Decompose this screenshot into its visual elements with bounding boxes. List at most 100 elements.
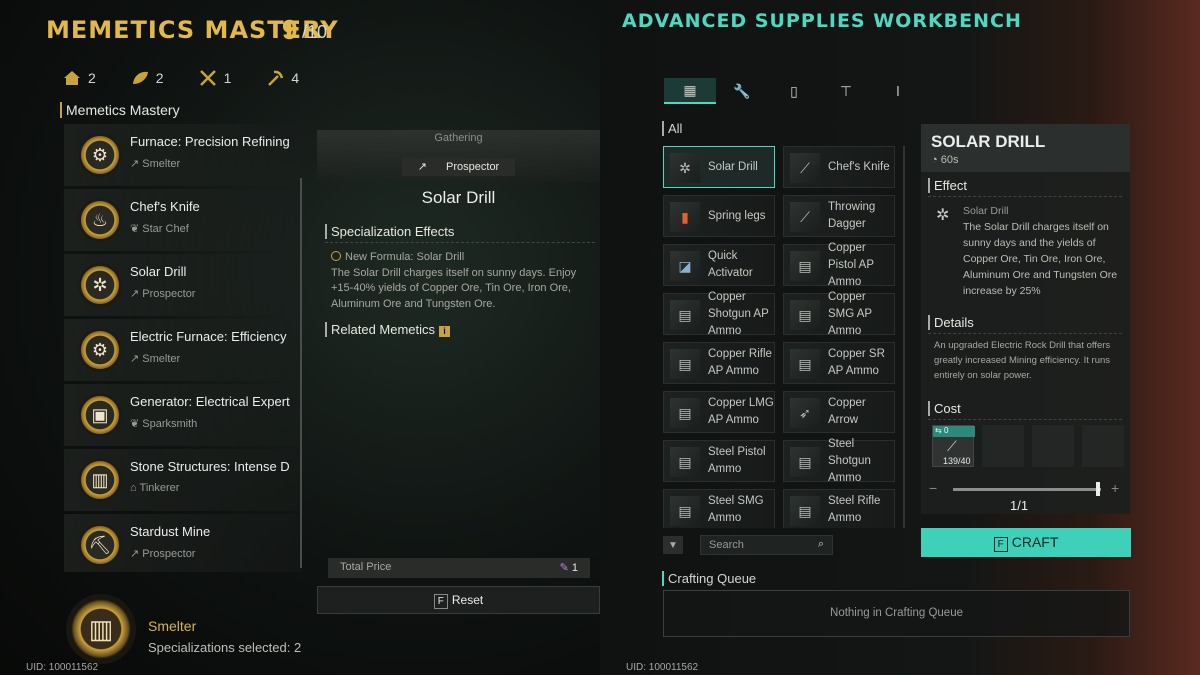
- chef-hat-icon: ♨: [78, 198, 122, 242]
- leaf-icon: ❦: [130, 223, 143, 235]
- memetic-item[interactable]: ✲ Solar Drill ↗ Prospector: [64, 254, 302, 316]
- ammo-box-icon: ▤: [670, 300, 700, 330]
- recipe-item[interactable]: ▤ Steel Rifle Ammo: [783, 489, 895, 528]
- quantity-slider[interactable]: [953, 488, 1101, 491]
- tab-bottle-icon[interactable]: ▯: [768, 78, 820, 104]
- ammo-box-icon: ▤: [670, 349, 700, 379]
- recipe-item[interactable]: ▤ Steel Shotgun Ammo: [783, 438, 895, 484]
- recipe-item[interactable]: ▮ Spring legs: [663, 195, 775, 237]
- detail-profession: ↗ Prospector: [317, 158, 600, 176]
- grid-scrollbar[interactable]: [903, 146, 905, 528]
- recipe-label: Spring legs: [708, 209, 766, 222]
- detail-category: Gathering: [434, 132, 483, 144]
- category-tabs: ▦ 🔧 ▯ ⊤ ǀ: [664, 78, 924, 104]
- memetic-item[interactable]: ♨ Chef's Knife ❦ Star Chef: [64, 189, 302, 251]
- memetic-name: Chef's Knife: [130, 199, 200, 214]
- recipe-item[interactable]: ▤ Copper Pistol AP Ammo: [783, 242, 895, 288]
- mine-icon: ⛏: [78, 523, 122, 567]
- related-label: Related Memetics: [331, 322, 436, 337]
- memetic-item[interactable]: ▣ Generator: Electrical Expert ❦ Sparksmit…: [64, 384, 302, 446]
- formula-text: The Solar Drill charges itself on sunny …: [331, 266, 577, 310]
- info-icon[interactable]: i: [439, 326, 451, 337]
- craft-label: CRAFT: [1011, 534, 1059, 550]
- formula-title: New Formula: Solar Drill: [345, 251, 465, 263]
- pickaxe-icon: [268, 70, 284, 86]
- recipe-label: Chef's Knife: [828, 160, 890, 173]
- recipe-item[interactable]: ▤ Copper Shotgun AP Ammo: [663, 291, 775, 337]
- recipe-item[interactable]: ▤ Copper SR AP Ammo: [783, 342, 895, 384]
- filter-icon[interactable]: ▼: [663, 536, 683, 554]
- recipe-label: Copper Rifle AP Ammo: [708, 348, 772, 377]
- decrease-button[interactable]: −: [929, 480, 937, 496]
- recipe-item[interactable]: ➶ Copper Arrow: [783, 391, 895, 433]
- profession-label: Smelter: [142, 158, 181, 170]
- reset-button[interactable]: F Reset: [317, 586, 600, 614]
- memetic-item[interactable]: ⛏ Stardust Mine ↗ Prospector: [64, 514, 302, 572]
- ammo-box-icon: ▤: [670, 398, 700, 428]
- detail-title: Solar Drill: [421, 188, 496, 207]
- recipe-label: Quick Activator: [708, 250, 753, 279]
- memetic-name: Solar Drill: [130, 264, 187, 279]
- home-icon: ⌂: [130, 482, 140, 494]
- furnace-icon: ⚙: [78, 133, 122, 177]
- clock-icon: ◔: [931, 154, 941, 166]
- memetic-profession: ↗ Smelter: [130, 352, 180, 365]
- drill-icon: ✲: [936, 207, 950, 224]
- reset-label: Reset: [451, 593, 484, 607]
- slider-handle[interactable]: [1096, 482, 1100, 496]
- recipe-item[interactable]: ▤ Copper LMG AP Ammo: [663, 391, 775, 433]
- stat-home: 2: [62, 68, 96, 88]
- effect-header: Effect: [928, 178, 967, 193]
- ammo-box-icon: ▤: [670, 496, 700, 526]
- total-label: Total Price: [340, 561, 392, 573]
- stat-pickaxe: 4: [265, 68, 299, 88]
- token-icon: ✎: [559, 562, 572, 574]
- tab-tool-icon[interactable]: ǀ: [872, 78, 924, 104]
- profession-name: Smelter: [148, 618, 197, 634]
- memetic-name: Stone Structures: Intense D: [130, 459, 290, 474]
- ammo-box-icon: ▤: [790, 300, 820, 330]
- arrow-icon: ➶: [790, 398, 820, 428]
- craft-button[interactable]: F CRAFT: [921, 528, 1131, 557]
- list-scrollbar[interactable]: [300, 178, 302, 568]
- craft-time-value: 60s: [940, 154, 959, 166]
- recipe-item[interactable]: ⟋ Chef's Knife: [783, 146, 895, 188]
- profession-label: Tinkerer: [139, 482, 180, 494]
- crafting-queue-header: Crafting Queue: [662, 571, 756, 586]
- recipe-item[interactable]: ◪ Quick Activator: [663, 244, 775, 286]
- search-input[interactable]: Search ⌕: [700, 535, 833, 555]
- recipe-label: Copper Arrow: [828, 397, 866, 426]
- craft-time: ◔ 60s: [931, 154, 958, 166]
- tab-hammer-icon[interactable]: ⊤: [820, 78, 872, 104]
- recipe-item[interactable]: ▤ Copper SMG AP Ammo: [783, 291, 895, 337]
- stat-value: 4: [291, 70, 300, 86]
- recipe-item[interactable]: ⟋ Throwing Dagger: [783, 195, 895, 237]
- recipe-item[interactable]: ✲ Solar Drill: [663, 146, 775, 188]
- recipe-item[interactable]: ▤ Steel Pistol Ammo: [663, 440, 775, 482]
- ammo-box-icon: ▤: [790, 349, 820, 379]
- memetic-profession: ↗ Smelter: [130, 157, 180, 170]
- tab-all-grid-icon[interactable]: ▦: [664, 78, 716, 104]
- effect-name: Solar Drill: [963, 205, 1009, 217]
- divider: [325, 242, 595, 243]
- swap-icon: ⇆: [935, 426, 944, 435]
- details-text: An upgraded Electric Rock Drill that off…: [934, 340, 1111, 381]
- memetic-item[interactable]: ⚙ Furnace: Precision Refining ↗ Smelter: [64, 124, 302, 186]
- effect-text: The Solar Drill charges itself on sunny …: [963, 221, 1118, 297]
- tab-wrench-icon[interactable]: 🔧: [716, 78, 768, 104]
- cost-header: Cost: [928, 401, 961, 416]
- recipe-item[interactable]: ▤ Copper Rifle AP Ammo: [663, 342, 775, 384]
- recipe-grid: ✲ Solar Drill ⟋ Chef's Knife ▮ Spring legs …: [663, 146, 898, 528]
- key-hint: F: [433, 594, 448, 609]
- increase-button[interactable]: +: [1111, 480, 1119, 496]
- recipe-item[interactable]: ▤ Steel SMG Ammo: [663, 489, 775, 528]
- memetic-item[interactable]: ▥ Stone Structures: Intense D ⌂ Tinkerer: [64, 449, 302, 511]
- memetic-profession: ↗ Prospector: [130, 547, 195, 560]
- pick-icon: ↗: [130, 158, 143, 170]
- drill-icon: ✲: [670, 153, 700, 183]
- divider: [928, 333, 1122, 334]
- pick-icon: ↗: [130, 288, 143, 300]
- cost-material[interactable]: ⇆ 0 ⟋ 139/40: [932, 425, 975, 467]
- memetic-item[interactable]: ⚙ Electric Furnace: Efficiency ↗ Smelter: [64, 319, 302, 381]
- cost-tag-value: 0: [943, 426, 949, 435]
